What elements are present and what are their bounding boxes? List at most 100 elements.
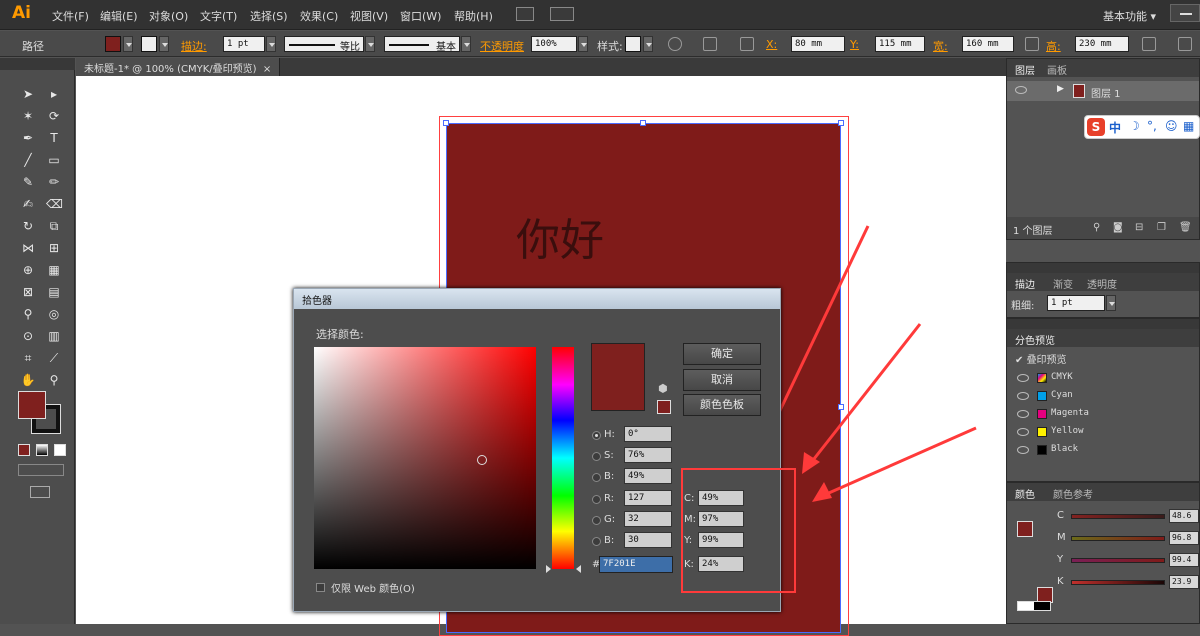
selection-handle[interactable] xyxy=(838,120,844,126)
m-value-field[interactable]: 96.8 xyxy=(1169,531,1199,545)
drawing-mode-icon[interactable] xyxy=(18,464,64,476)
tab-color-guide[interactable]: 颜色参考 xyxy=(1053,486,1093,501)
stroke-color-swatch[interactable] xyxy=(141,36,157,52)
stroke-weight-dropdown[interactable] xyxy=(266,36,276,52)
stroke-dropdown[interactable] xyxy=(159,36,169,52)
fill-dropdown[interactable] xyxy=(123,36,133,52)
minimize-button[interactable] xyxy=(1170,4,1200,22)
profile-dropdown[interactable] xyxy=(365,36,375,52)
hue-arrow-left-icon[interactable] xyxy=(546,565,551,573)
menu-view[interactable]: 视图(V) xyxy=(350,8,388,24)
visibility-eye-icon[interactable] xyxy=(1017,428,1029,436)
control-menu-icon[interactable] xyxy=(1178,37,1192,51)
separation-row-yellow[interactable]: Yellow xyxy=(1007,423,1199,441)
menu-effect[interactable]: 效果(C) xyxy=(300,8,338,24)
brightness-field[interactable]: 49% xyxy=(624,468,672,484)
panel-header[interactable] xyxy=(1007,319,1199,329)
weight-field[interactable]: 1 pt xyxy=(1047,295,1105,311)
artboard-tool-icon[interactable]: ⌗ xyxy=(20,350,36,366)
none-white-black-swatches[interactable] xyxy=(1017,601,1051,611)
hand-tool-icon[interactable]: ✋ xyxy=(20,372,36,388)
selection-handle[interactable] xyxy=(640,120,646,126)
column-graph-tool-icon[interactable]: ▥ xyxy=(46,328,62,344)
tab-color[interactable]: 颜色 xyxy=(1015,486,1035,501)
type-tool-icon[interactable]: T xyxy=(46,130,62,146)
eraser-tool-icon[interactable]: ⌫ xyxy=(46,196,63,212)
visibility-eye-icon[interactable] xyxy=(1015,86,1027,94)
clipping-mask-icon[interactable]: ◙ xyxy=(1113,222,1123,233)
ok-button[interactable]: 确定 xyxy=(683,343,761,365)
width-label[interactable]: 宽: xyxy=(933,38,948,54)
variable-width-profile[interactable]: 等比 xyxy=(284,36,364,53)
ime-toolbar[interactable]: S 中 ☽ °, ☺ ▦ xyxy=(1084,115,1200,139)
gradient-mode-icon[interactable] xyxy=(36,444,48,456)
radio-blue[interactable] xyxy=(592,537,601,546)
reference-point-icon[interactable] xyxy=(740,37,754,51)
none-mode-icon[interactable] xyxy=(54,444,66,456)
m-slider[interactable] xyxy=(1071,536,1165,541)
k-value-field[interactable]: 23.9 xyxy=(1169,575,1199,589)
arrange-documents-icon[interactable] xyxy=(550,7,574,21)
paintbrush-tool-icon[interactable]: ✎ xyxy=(20,174,36,190)
lasso-tool-icon[interactable]: ⟳ xyxy=(46,108,62,124)
tab-artboards[interactable]: 画板 xyxy=(1047,62,1067,77)
tab-layers[interactable]: 图层 xyxy=(1015,62,1035,77)
selection-handle[interactable] xyxy=(443,120,449,126)
selection-tool-icon[interactable]: ➤ xyxy=(20,86,36,102)
blend-tool-icon[interactable]: ◎ xyxy=(46,306,62,322)
ime-emoji-icon[interactable]: ☺ xyxy=(1165,119,1178,133)
pencil-tool-icon[interactable]: ✏ xyxy=(46,174,62,190)
x-field[interactable]: 80 mm xyxy=(791,36,845,52)
recolor-icon[interactable] xyxy=(668,37,682,51)
delete-layer-icon[interactable]: 🗑 xyxy=(1179,222,1192,233)
height-label[interactable]: 高: xyxy=(1046,38,1061,54)
line-tool-icon[interactable]: ╱ xyxy=(20,152,36,168)
y-label[interactable]: Y: xyxy=(850,38,859,51)
color-picker-ring[interactable] xyxy=(477,455,487,465)
opacity-field[interactable]: 100% xyxy=(531,36,577,52)
saturation-field[interactable]: 76% xyxy=(624,447,672,463)
opacity-dropdown[interactable] xyxy=(578,36,588,52)
radio-red[interactable] xyxy=(592,495,601,504)
blue-field[interactable]: 30 xyxy=(624,532,672,548)
panel-header[interactable] xyxy=(1007,263,1199,273)
menu-file[interactable]: 文件(F) xyxy=(52,8,89,24)
c-slider[interactable] xyxy=(1071,514,1165,519)
y-value-field[interactable]: 99.4 xyxy=(1169,553,1199,567)
slice-tool-icon[interactable]: ⟋ xyxy=(46,350,62,366)
width-tool-icon[interactable]: ⋈ xyxy=(20,240,36,256)
ime-mode-icon[interactable]: 中 xyxy=(1109,119,1121,136)
rotate-tool-icon[interactable]: ↻ xyxy=(20,218,36,234)
separation-row-cyan[interactable]: Cyan xyxy=(1007,387,1199,405)
hue-field[interactable]: 0° xyxy=(624,426,672,442)
menu-help[interactable]: 帮助(H) xyxy=(454,8,493,24)
green-field[interactable]: 32 xyxy=(624,511,672,527)
visibility-eye-icon[interactable] xyxy=(1017,446,1029,454)
fill-color-box[interactable] xyxy=(18,391,46,419)
ime-punctuation-icon[interactable]: °, xyxy=(1147,119,1157,133)
stroke-label[interactable]: 描边: xyxy=(181,38,207,54)
radio-brightness[interactable] xyxy=(592,473,601,482)
rectangle-tool-icon[interactable]: ▭ xyxy=(46,152,62,168)
k-slider[interactable] xyxy=(1071,580,1165,585)
weight-dropdown[interactable] xyxy=(1106,295,1116,311)
layer-row[interactable]: ▶ 图层 1 xyxy=(1007,81,1199,101)
new-sublayer-icon[interactable]: ⊟ xyxy=(1135,222,1143,233)
ime-keyboard-icon[interactable]: ▦ xyxy=(1183,119,1194,133)
scale-tool-icon[interactable]: ⧉ xyxy=(46,218,62,234)
tab-transparency[interactable]: 透明度 xyxy=(1087,276,1117,291)
transform-icon[interactable] xyxy=(1142,37,1156,51)
layer-name[interactable]: 图层 1 xyxy=(1091,85,1121,100)
radio-hue[interactable] xyxy=(592,431,601,440)
blob-brush-tool-icon[interactable]: ✍ xyxy=(20,196,36,212)
color-swatches-button[interactable]: 颜色色板 xyxy=(683,394,761,416)
brush-dropdown[interactable] xyxy=(461,36,471,52)
radio-saturation[interactable] xyxy=(592,452,601,461)
zoom-tool-icon[interactable]: ⚲ xyxy=(46,372,62,388)
dialog-title[interactable]: 拾色器 xyxy=(294,289,780,309)
separation-row-cmyk[interactable]: CMYK xyxy=(1007,369,1199,387)
ime-moon-icon[interactable]: ☽ xyxy=(1129,119,1140,133)
stroke-weight-field[interactable]: 1 pt xyxy=(223,36,265,52)
x-label[interactable]: X: xyxy=(766,38,777,51)
separation-row-magenta[interactable]: Magenta xyxy=(1007,405,1199,423)
